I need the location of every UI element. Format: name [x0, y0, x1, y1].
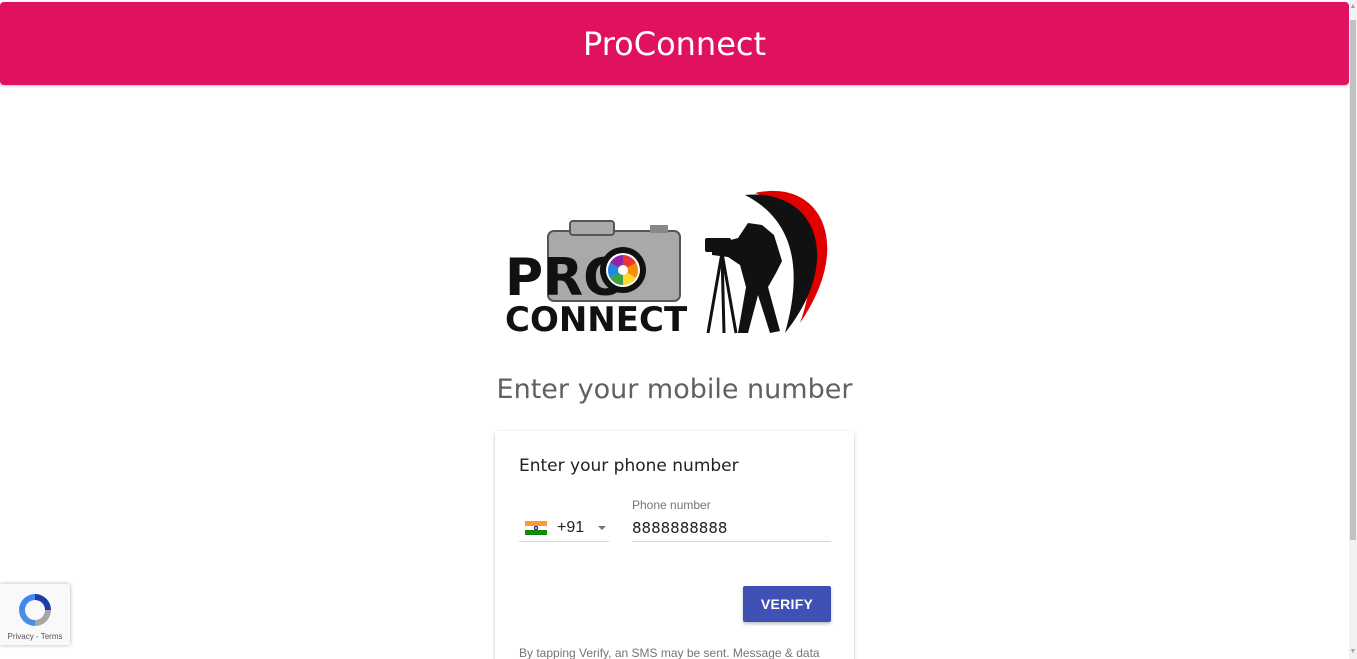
- recaptcha-links: Privacy - Terms: [0, 632, 70, 641]
- vertical-scrollbar[interactable]: ▲ ▼: [1349, 0, 1357, 659]
- app-header: ProConnect: [0, 2, 1349, 85]
- app-title: ProConnect: [582, 24, 767, 63]
- logo-connect-text: CONNECT: [505, 300, 688, 340]
- india-flag-icon: [525, 521, 547, 536]
- sms-disclaimer: By tapping Verify, an SMS may be sent. M…: [519, 646, 820, 659]
- chevron-down-icon: [598, 526, 607, 530]
- page: ProConnect ▲ ▼ PRO CONNECT Enter your mo…: [0, 0, 1357, 659]
- dial-code: +91: [557, 519, 585, 536]
- scrollbar-thumb[interactable]: [1350, 20, 1356, 540]
- card-title: Enter your phone number: [519, 456, 739, 476]
- verify-button[interactable]: VERIFY: [743, 586, 831, 622]
- terms-link[interactable]: Terms: [41, 632, 63, 641]
- country-code-select[interactable]: +91: [519, 515, 609, 542]
- scroll-up-icon[interactable]: ▲: [1349, 2, 1357, 12]
- recaptcha-icon: [19, 594, 51, 626]
- phone-number-input[interactable]: [632, 515, 831, 542]
- proconnect-logo: PRO CONNECT: [505, 190, 828, 340]
- scroll-down-icon[interactable]: ▼: [1349, 647, 1357, 657]
- phone-auth-card: Enter your phone number +91 Phone number…: [495, 431, 854, 659]
- page-heading: Enter your mobile number: [496, 374, 853, 405]
- phone-number-label: Phone number: [632, 498, 711, 512]
- privacy-link[interactable]: Privacy: [8, 632, 34, 641]
- link-separator: -: [33, 632, 41, 641]
- recaptcha-badge[interactable]: Privacy - Terms: [0, 584, 70, 645]
